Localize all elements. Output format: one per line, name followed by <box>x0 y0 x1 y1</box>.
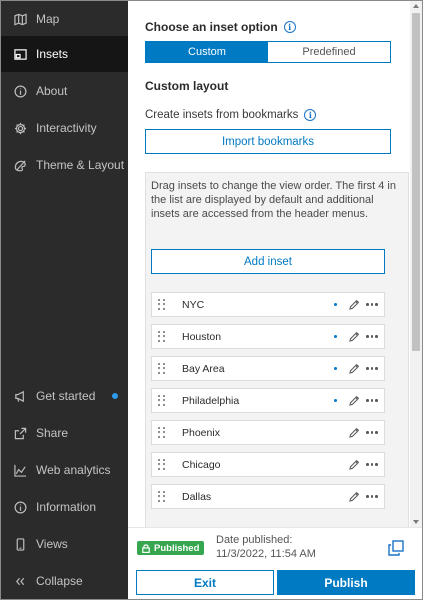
sidebar-item-get-started[interactable]: Get started <box>1 378 128 414</box>
sidebar-item-label: Get started <box>36 389 96 403</box>
default-indicator-dot <box>334 303 337 306</box>
publish-button[interactable]: Publish <box>277 570 415 595</box>
scroll-up-icon[interactable] <box>413 4 419 8</box>
inset-row[interactable]: Dallas <box>151 484 385 509</box>
scrollbar-thumb[interactable] <box>412 13 420 351</box>
inset-name: Houston <box>182 330 222 343</box>
inset-row[interactable]: Phoenix <box>151 420 385 445</box>
default-indicator-dot <box>334 335 337 338</box>
inset-name: Bay Area <box>182 362 225 375</box>
map-icon <box>13 12 27 26</box>
pencil-icon[interactable] <box>348 363 360 375</box>
pencil-icon[interactable] <box>348 395 360 407</box>
pencil-icon[interactable] <box>348 459 360 471</box>
drag-handle-icon[interactable] <box>158 298 166 311</box>
sidebar-item-interactivity[interactable]: Interactivity <box>1 110 128 146</box>
analytics-icon <box>13 463 27 477</box>
more-options-icon[interactable] <box>366 367 380 370</box>
exit-button[interactable]: Exit <box>136 570 274 595</box>
sidebar-item-views[interactable]: Views <box>1 526 128 562</box>
pencil-icon[interactable] <box>348 427 360 439</box>
inset-name: Philadelphia <box>182 394 240 407</box>
more-options-icon[interactable] <box>366 399 380 402</box>
more-options-icon[interactable] <box>366 495 380 498</box>
date-published-label: Date published: <box>216 534 293 546</box>
default-indicator-dot <box>334 399 337 402</box>
drag-handle-icon[interactable] <box>158 394 166 407</box>
gear-icon <box>13 121 27 135</box>
sidebar-item-label: Interactivity <box>36 121 97 135</box>
copy-icon[interactable] <box>387 539 405 557</box>
sidebar-item-information[interactable]: Information <box>1 489 128 525</box>
panel-heading: Choose an inset option i <box>145 20 296 34</box>
more-options-icon[interactable] <box>366 463 380 466</box>
sidebar-item-share[interactable]: Share <box>1 415 128 451</box>
sidebar-item-web-analytics[interactable]: Web analytics <box>1 452 128 488</box>
status-badge: Published <box>137 541 205 555</box>
info-icon <box>13 500 27 514</box>
insets-icon <box>13 47 27 61</box>
sidebar-item-map[interactable]: Map <box>1 1 128 37</box>
inset-row[interactable]: Chicago <box>151 452 385 477</box>
more-options-icon[interactable] <box>366 335 380 338</box>
notification-dot <box>112 393 118 399</box>
inset-row[interactable]: Bay Area <box>151 356 385 381</box>
drag-handle-icon[interactable] <box>158 458 166 471</box>
panel-content: Choose an inset option i Custom Predefin… <box>128 1 410 527</box>
chevrons-left-icon <box>13 574 27 588</box>
sidebar-item-theme-layout[interactable]: Theme & Layout <box>1 147 128 183</box>
sidebar-item-label: Information <box>36 500 97 514</box>
info-icon <box>13 84 27 98</box>
sidebar-item-label: Insets <box>36 47 69 61</box>
lock-icon <box>142 543 150 553</box>
inset-name: NYC <box>182 298 205 311</box>
sidebar-item-label: Views <box>36 537 68 551</box>
sidebar-item-about[interactable]: About <box>1 73 128 109</box>
help-text: Drag insets to change the view order. Th… <box>151 180 396 220</box>
drag-handle-icon[interactable] <box>158 362 166 375</box>
date-published-value: 11/3/2022, 11:54 AM <box>216 548 316 560</box>
palette-icon <box>13 158 27 172</box>
inset-option-toggle: Custom Predefined <box>145 41 391 63</box>
pencil-icon[interactable] <box>348 299 360 311</box>
option-custom[interactable]: Custom <box>146 42 268 62</box>
import-bookmarks-button[interactable]: Import bookmarks <box>145 129 391 154</box>
info-icon[interactable]: i <box>283 21 296 33</box>
sidebar-item-collapse[interactable]: Collapse <box>1 563 128 599</box>
inset-name: Dallas <box>182 490 212 503</box>
drag-handle-icon[interactable] <box>158 490 166 503</box>
option-predefined[interactable]: Predefined <box>268 42 390 62</box>
footer: Published Date published: 11/3/2022, 11:… <box>128 527 422 599</box>
add-inset-button[interactable]: Add inset <box>151 249 385 274</box>
sidebar-item-label: Theme & Layout <box>36 158 125 172</box>
drag-handle-icon[interactable] <box>158 426 166 439</box>
settings-panel: Choose an inset option i Custom Predefin… <box>128 1 422 599</box>
bookmarks-label: Create insets from bookmarks i <box>145 109 317 121</box>
sidebar-item-label: Web analytics <box>36 463 111 477</box>
inset-row[interactable]: Philadelphia <box>151 388 385 413</box>
more-options-icon[interactable] <box>366 303 380 306</box>
sidebar-item-label: About <box>36 84 68 98</box>
more-options-icon[interactable] <box>366 431 380 434</box>
inset-name: Phoenix <box>182 426 220 439</box>
sidebar-item-label: Collapse <box>36 574 83 588</box>
share-icon <box>13 426 27 440</box>
drag-handle-icon[interactable] <box>158 330 166 343</box>
megaphone-icon <box>13 389 27 403</box>
sidebar-item-label: Share <box>36 426 69 440</box>
scroll-down-icon[interactable] <box>413 520 419 524</box>
section-title: Custom layout <box>145 79 229 93</box>
inset-name: Chicago <box>182 458 221 471</box>
sidebar: Map Insets About Interactivity Theme & L… <box>1 1 128 599</box>
pencil-icon[interactable] <box>348 491 360 503</box>
inset-row[interactable]: Houston <box>151 324 385 349</box>
scrollbar[interactable] <box>410 1 422 527</box>
default-indicator-dot <box>334 367 337 370</box>
sidebar-item-insets[interactable]: Insets <box>1 36 128 72</box>
sidebar-item-label: Map <box>36 12 60 26</box>
info-icon[interactable]: i <box>304 109 317 121</box>
pencil-icon[interactable] <box>348 331 360 343</box>
phone-icon <box>13 537 27 551</box>
inset-row[interactable]: NYC <box>151 292 385 317</box>
